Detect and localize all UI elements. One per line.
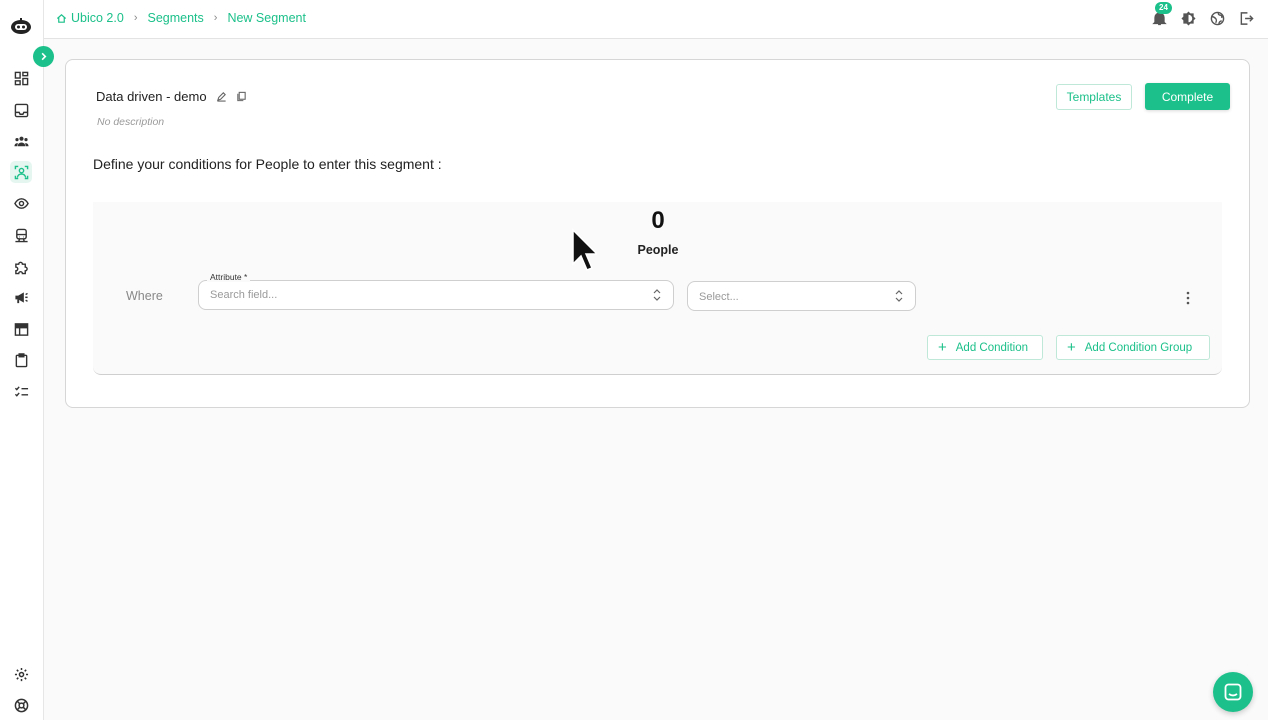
sidebar-item-tables[interactable] — [10, 318, 32, 340]
where-label: Where — [126, 289, 163, 303]
more-options-icon[interactable] — [1185, 291, 1191, 305]
sidebar-item-dashboard[interactable] — [10, 67, 32, 89]
complete-button[interactable]: Complete — [1145, 83, 1230, 110]
operator-placeholder: Select... — [699, 291, 739, 303]
mouse-cursor-icon — [572, 228, 597, 271]
breadcrumb-item-home[interactable]: Ubico 2.0 — [71, 11, 124, 25]
globe-icon — [1210, 11, 1224, 25]
segment-name: Data driven - demo — [96, 89, 207, 104]
breadcrumb-item-current[interactable]: New Segment — [227, 11, 306, 25]
add-condition-label: Add Condition — [955, 341, 1029, 354]
operator-select[interactable]: Select... — [687, 281, 916, 311]
notifications-button[interactable]: 24 — [1151, 2, 1172, 26]
checklist-icon — [14, 385, 28, 397]
settings-icon — [14, 667, 28, 681]
inbox-icon — [14, 103, 28, 117]
attribute-placeholder: Search field... — [210, 289, 278, 301]
attribute-field[interactable]: Attribute * Search field... — [198, 272, 674, 310]
sidebar-item-people[interactable] — [10, 130, 32, 152]
sidebar-item-campaigns[interactable] — [10, 286, 32, 308]
top-bar: Ubico 2.0 › Segments › New Segment 24 — [44, 0, 1268, 39]
puzzle-icon — [14, 261, 28, 274]
conditions-heading: Define your conditions for People to ent… — [93, 156, 442, 172]
theme-toggle-button[interactable] — [1180, 10, 1196, 26]
breadcrumb-separator-icon: › — [213, 12, 218, 24]
add-condition-group-label: Add Condition Group — [1084, 341, 1193, 354]
top-actions: 24 — [1151, 2, 1254, 26]
copy-icon[interactable] — [236, 91, 247, 102]
sidebar-item-views[interactable] — [10, 192, 32, 214]
sidebar-item-segments[interactable] — [10, 161, 32, 183]
eye-icon — [13, 197, 29, 209]
add-condition-button[interactable]: + Add Condition — [927, 335, 1043, 360]
attribute-field-label: Attribute * — [207, 272, 251, 282]
edit-icon[interactable] — [216, 91, 227, 102]
sidebar-item-integrations[interactable] — [10, 256, 32, 278]
chevron-right-icon — [41, 52, 47, 61]
plus-icon: + — [1067, 339, 1076, 356]
select-arrows-icon — [895, 290, 903, 302]
language-button[interactable] — [1209, 10, 1225, 26]
sidebar-item-help[interactable] — [10, 694, 32, 716]
table-icon — [14, 322, 28, 336]
breadcrumb-item-segments[interactable]: Segments — [147, 11, 203, 25]
sidebar — [0, 0, 44, 720]
people-count-value: 0 — [651, 207, 665, 234]
segments-icon — [14, 165, 28, 179]
segment-card: Data driven - demo No description Templa… — [65, 59, 1250, 408]
sidebar-item-settings[interactable] — [10, 663, 32, 685]
notification-count-badge: 24 — [1155, 2, 1172, 14]
brightness-icon — [1180, 10, 1196, 26]
app-logo-icon[interactable] — [9, 14, 33, 38]
home-icon[interactable] — [56, 13, 67, 24]
templates-button[interactable]: Templates — [1056, 84, 1132, 110]
logout-button[interactable] — [1238, 10, 1254, 26]
logout-icon — [1240, 11, 1254, 25]
people-count-label: People — [637, 243, 679, 257]
sidebar-item-reports[interactable] — [10, 349, 32, 371]
sidebar-expand-button[interactable] — [33, 46, 54, 67]
breadcrumb-separator-icon: › — [133, 12, 138, 24]
chat-icon — [1224, 683, 1242, 701]
breadcrumb: Ubico 2.0 › Segments › New Segment — [56, 11, 306, 25]
dashboard-icon — [14, 71, 28, 85]
add-condition-group-button[interactable]: + Add Condition Group — [1056, 335, 1210, 360]
sidebar-item-inbox[interactable] — [10, 99, 32, 121]
help-icon — [14, 698, 28, 712]
plus-icon: + — [938, 339, 947, 356]
megaphone-icon — [14, 291, 28, 303]
sidebar-item-journeys[interactable] — [10, 224, 32, 246]
clipboard-icon — [15, 352, 27, 367]
train-icon — [14, 228, 28, 242]
condition-group: 0 People Where Attribute * Search field.… — [93, 202, 1222, 375]
chat-launcher-button[interactable] — [1213, 672, 1253, 712]
select-arrows-icon — [653, 289, 661, 301]
people-icon — [13, 136, 29, 146]
segment-description[interactable]: No description — [97, 116, 164, 128]
segment-title: Data driven - demo — [96, 89, 247, 104]
sidebar-item-tasks[interactable] — [10, 380, 32, 402]
people-count: 0 People — [623, 202, 693, 262]
